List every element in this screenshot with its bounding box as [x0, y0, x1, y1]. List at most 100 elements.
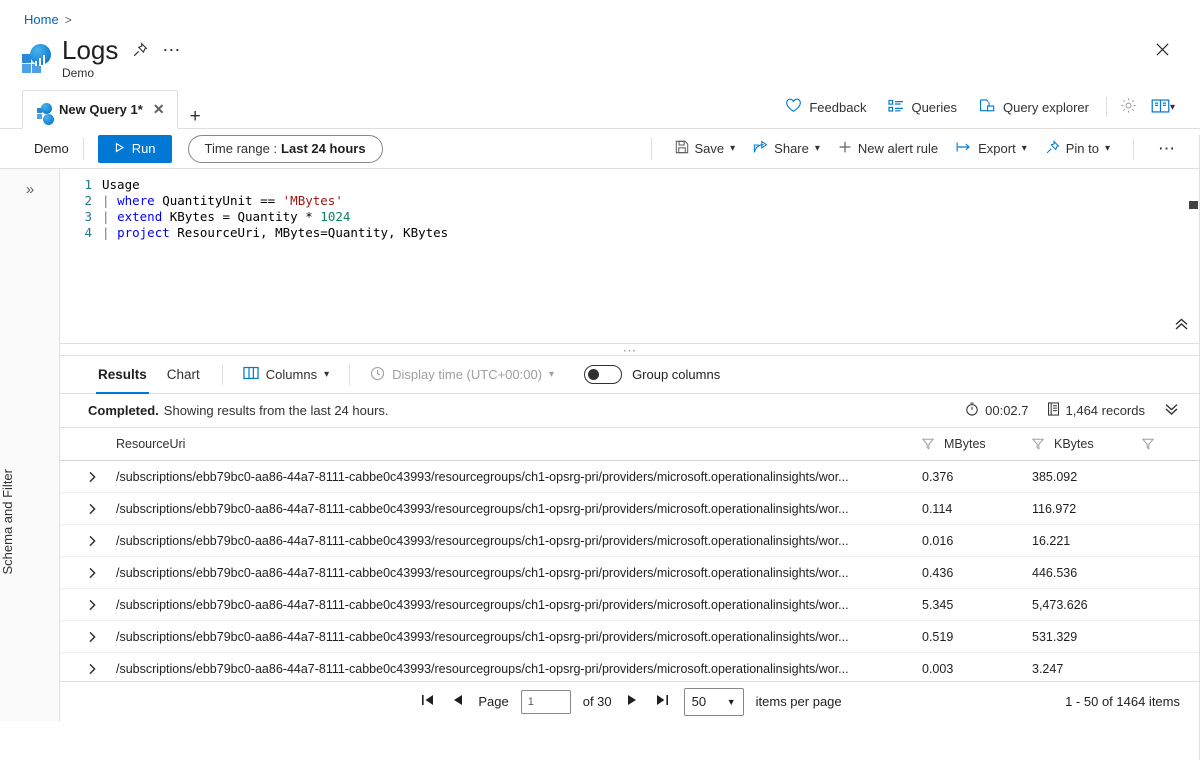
group-columns-toggle[interactable]	[584, 365, 623, 384]
query-editor[interactable]: 1 2 3 4 Usage | where QuantityUnit == 'MB…	[60, 169, 1200, 344]
column-header-trailing-filter[interactable]	[1142, 438, 1186, 450]
results-tab-bar: Results Chart Columns ▾ Display time (UT…	[60, 356, 1200, 394]
save-label: Save	[694, 141, 725, 156]
chevron-right-icon[interactable]	[88, 567, 116, 579]
cell-kbytes: 116.972	[1032, 501, 1077, 516]
query-explorer-button[interactable]: Query explorer	[968, 94, 1100, 120]
column-header-mbytes[interactable]: MBytes	[922, 437, 1032, 451]
export-icon	[956, 141, 972, 156]
cell-kbytes: 385.092	[1032, 469, 1078, 484]
page-number-input[interactable]	[520, 689, 571, 714]
columns-button[interactable]: Columns ▾	[235, 363, 337, 386]
chevron-right-icon[interactable]	[88, 471, 116, 483]
time-range-picker[interactable]: Time range : Last 24 hours	[187, 134, 383, 163]
cell-mbytes: 0.519	[922, 629, 954, 644]
command-divider	[82, 137, 84, 160]
book-icon	[1151, 98, 1170, 117]
column-header-resourceuri[interactable]: ResourceUri	[116, 437, 922, 451]
new-alert-rule-button[interactable]: New alert rule	[829, 135, 947, 162]
pin-icon	[1045, 139, 1060, 158]
schema-and-filter-rail[interactable]: » Schema and Filter	[0, 169, 60, 721]
chevron-down-icon: ▾	[1104, 143, 1110, 154]
export-button[interactable]: Export ▾	[947, 136, 1036, 161]
table-row[interactable]: /subscriptions/ebb79bc0-aa86-44a7-8111-c…	[60, 589, 1200, 621]
page-size-value: 50	[691, 694, 707, 709]
cell-mbytes: 0.114	[922, 501, 953, 516]
filter-icon[interactable]	[922, 438, 934, 450]
tab-close-icon[interactable]: ✕	[151, 101, 167, 118]
tabstrip-actions: Feedback Queries Query explorer ▾	[774, 93, 1200, 128]
chevron-right-icon[interactable]	[88, 503, 116, 515]
table-row[interactable]: /subscriptions/ebb79bc0-aa86-44a7-8111-c…	[60, 557, 1200, 589]
editor-code[interactable]: Usage | where QuantityUnit == 'MBytes' | e…	[102, 169, 1200, 343]
chevron-down-icon: ▾	[814, 143, 820, 154]
tab-results[interactable]: Results	[88, 356, 157, 394]
scope-label: Demo	[34, 141, 69, 156]
tab-new-query-1[interactable]: New Query 1* ✕	[22, 90, 178, 129]
first-page-icon[interactable]	[418, 694, 437, 709]
pin-to-button[interactable]: Pin to ▾	[1036, 135, 1119, 163]
editor-line: | where QuantityUnit == 'MBytes'	[102, 193, 343, 208]
cell-resourceuri: /subscriptions/ebb79bc0-aa86-44a7-8111-c…	[116, 533, 849, 548]
pin-icon[interactable]	[132, 42, 148, 58]
previous-page-icon[interactable]	[449, 694, 466, 709]
editor-line: Usage	[102, 177, 140, 192]
toolbar-divider	[1105, 97, 1107, 117]
share-icon	[753, 140, 768, 157]
cell-kbytes: 16.221	[1032, 533, 1071, 548]
command-actions: Save ▾ Share ▾ New alert rule Export ▾ P…	[637, 135, 1187, 163]
add-query-tab-button[interactable]: +	[178, 106, 213, 128]
table-row[interactable]: /subscriptions/ebb79bc0-aa86-44a7-8111-c…	[60, 653, 1200, 681]
new-alert-rule-label: New alert rule	[857, 141, 939, 156]
page-size-select[interactable]: 50 ▼	[683, 687, 744, 716]
table-row[interactable]: /subscriptions/ebb79bc0-aa86-44a7-8111-c…	[60, 461, 1200, 493]
queries-button[interactable]: Queries	[877, 95, 968, 120]
save-button[interactable]: Save ▾	[666, 135, 745, 162]
chevron-right-icon[interactable]	[88, 599, 116, 611]
column-header-kbytes[interactable]: KBytes	[1032, 437, 1142, 451]
line-number: 1	[84, 177, 92, 192]
chevron-right-icon[interactable]	[88, 535, 116, 547]
group-columns-control[interactable]: Group columns	[584, 365, 720, 384]
cell-mbytes: 0.016	[922, 533, 954, 548]
command-more-icon[interactable]: ⋯	[1148, 137, 1186, 161]
cell-kbytes: 5,473.626	[1032, 597, 1088, 612]
filter-icon[interactable]	[1142, 438, 1154, 450]
editor-line: | extend KBytes = Quantity * 1024	[102, 209, 351, 224]
double-chevron-right-icon[interactable]: »	[0, 181, 60, 198]
last-page-icon[interactable]	[653, 694, 672, 709]
filter-icon[interactable]	[1032, 438, 1044, 450]
chevron-right-icon[interactable]	[88, 663, 116, 675]
breadcrumb-home-link[interactable]: Home	[24, 12, 59, 27]
page-more-icon[interactable]: ⋯	[162, 41, 181, 59]
line-number: 2	[84, 193, 92, 208]
line-number: 3	[84, 209, 92, 224]
reading-pane-button[interactable]: ▾	[1144, 94, 1182, 121]
share-button[interactable]: Share ▾	[744, 135, 829, 162]
table-row[interactable]: /subscriptions/ebb79bc0-aa86-44a7-8111-c…	[60, 621, 1200, 653]
cell-kbytes: 446.536	[1032, 565, 1078, 580]
grid-header-row: ResourceUri MBytes KBytes	[60, 428, 1200, 461]
double-chevron-down-icon[interactable]	[1163, 402, 1180, 419]
cell-mbytes: 5.345	[922, 597, 954, 612]
chevron-down-icon: ▾	[1021, 143, 1027, 154]
editor-scrollbar[interactable]	[1189, 201, 1198, 209]
close-blade-button[interactable]	[1146, 33, 1178, 65]
next-page-icon[interactable]	[624, 694, 641, 709]
settings-button[interactable]	[1113, 93, 1144, 121]
double-chevron-up-icon[interactable]	[1173, 317, 1190, 335]
scope-selector[interactable]: Demo	[22, 141, 69, 156]
display-time-button[interactable]: Display time (UTC+00:00) ▾	[362, 363, 562, 387]
editor-and-results: 1 2 3 4 Usage | where QuantityUnit == 'MB…	[60, 169, 1200, 721]
table-row[interactable]: /subscriptions/ebb79bc0-aa86-44a7-8111-c…	[60, 493, 1200, 525]
run-button[interactable]: Run	[97, 134, 172, 163]
chevron-right-icon[interactable]	[88, 631, 116, 643]
run-label: Run	[131, 141, 156, 156]
feedback-button[interactable]: Feedback	[774, 94, 877, 120]
gear-icon	[1120, 97, 1137, 117]
editor-results-splitter[interactable]: ⋯	[60, 343, 1200, 357]
schema-and-filter-label: Schema and Filter	[0, 469, 15, 575]
heart-icon	[785, 98, 802, 116]
tab-chart[interactable]: Chart	[157, 356, 210, 394]
table-row[interactable]: /subscriptions/ebb79bc0-aa86-44a7-8111-c…	[60, 525, 1200, 557]
